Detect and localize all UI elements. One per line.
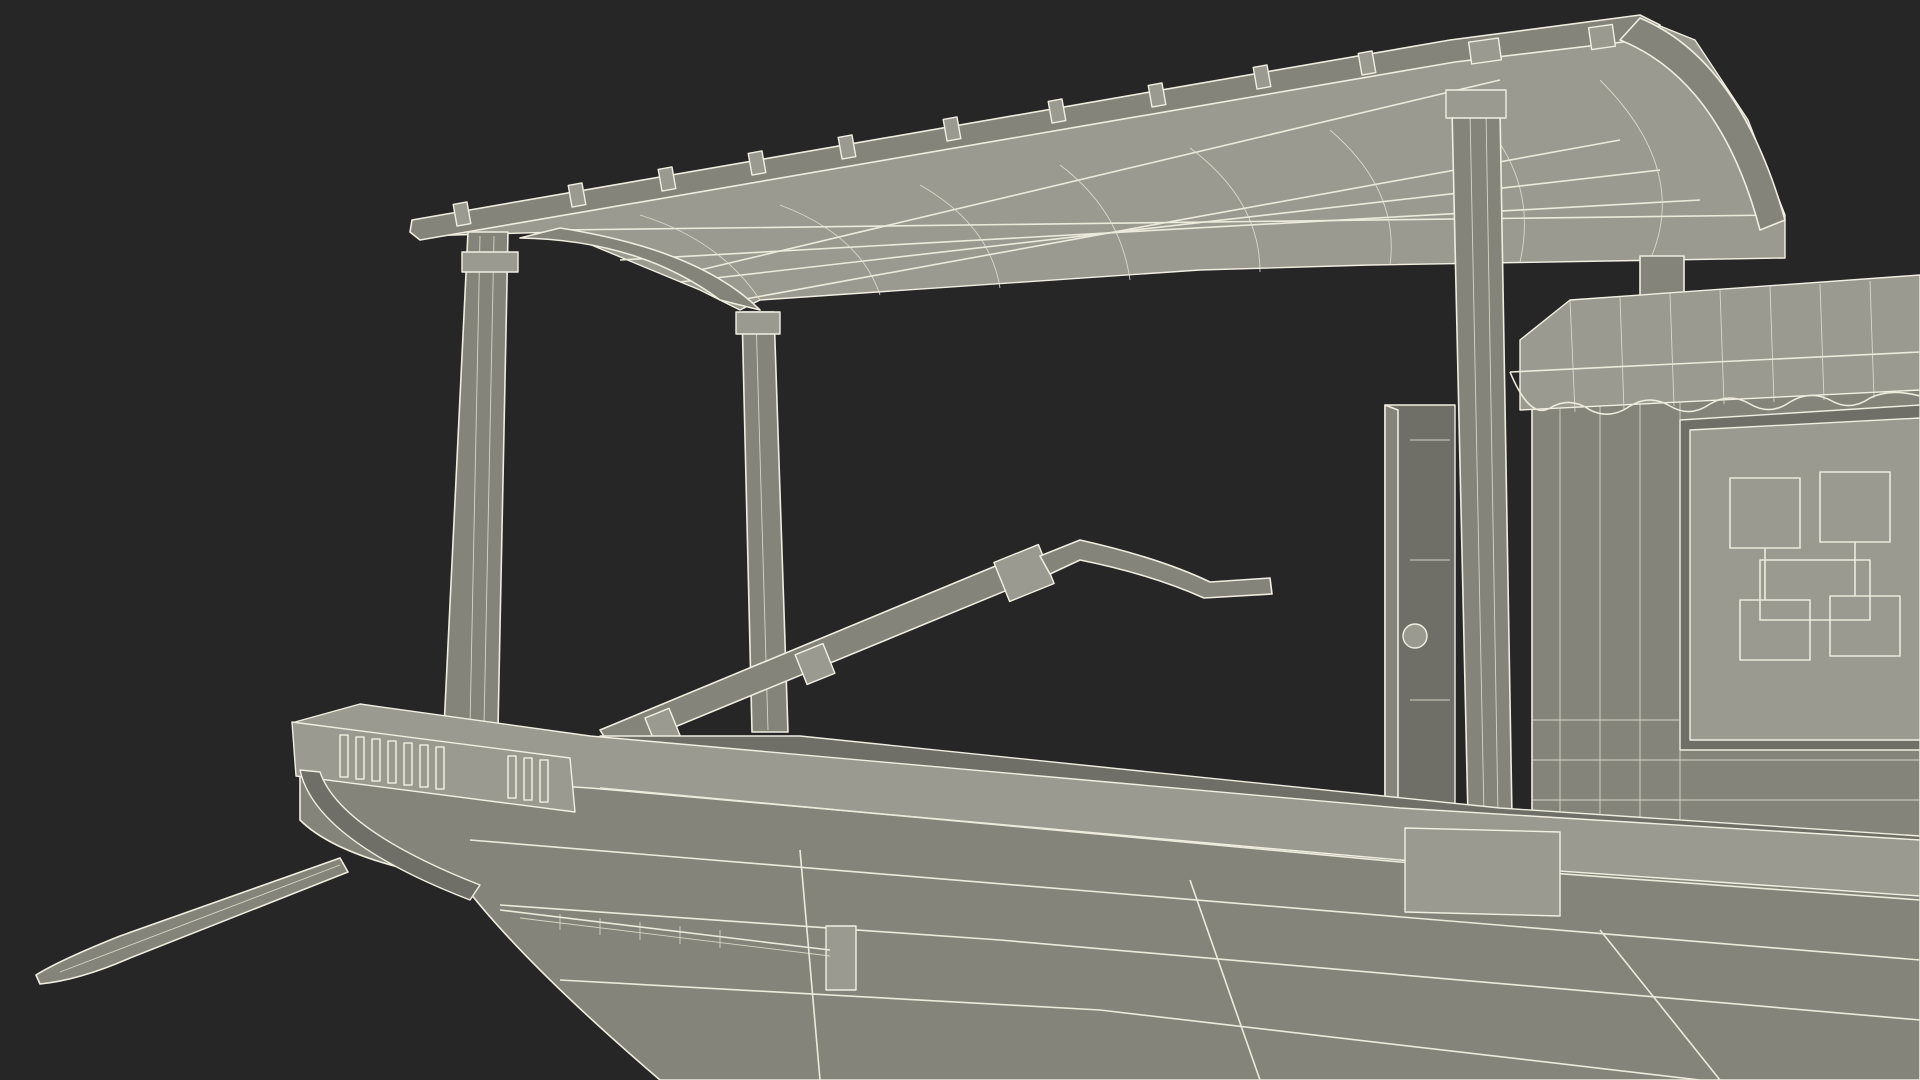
wireframe-boat-render <box>35 14 1920 1080</box>
oar <box>599 539 1273 753</box>
bow-pole <box>35 857 349 985</box>
render-viewport <box>0 0 1920 1080</box>
canopy-roof <box>409 14 1786 311</box>
